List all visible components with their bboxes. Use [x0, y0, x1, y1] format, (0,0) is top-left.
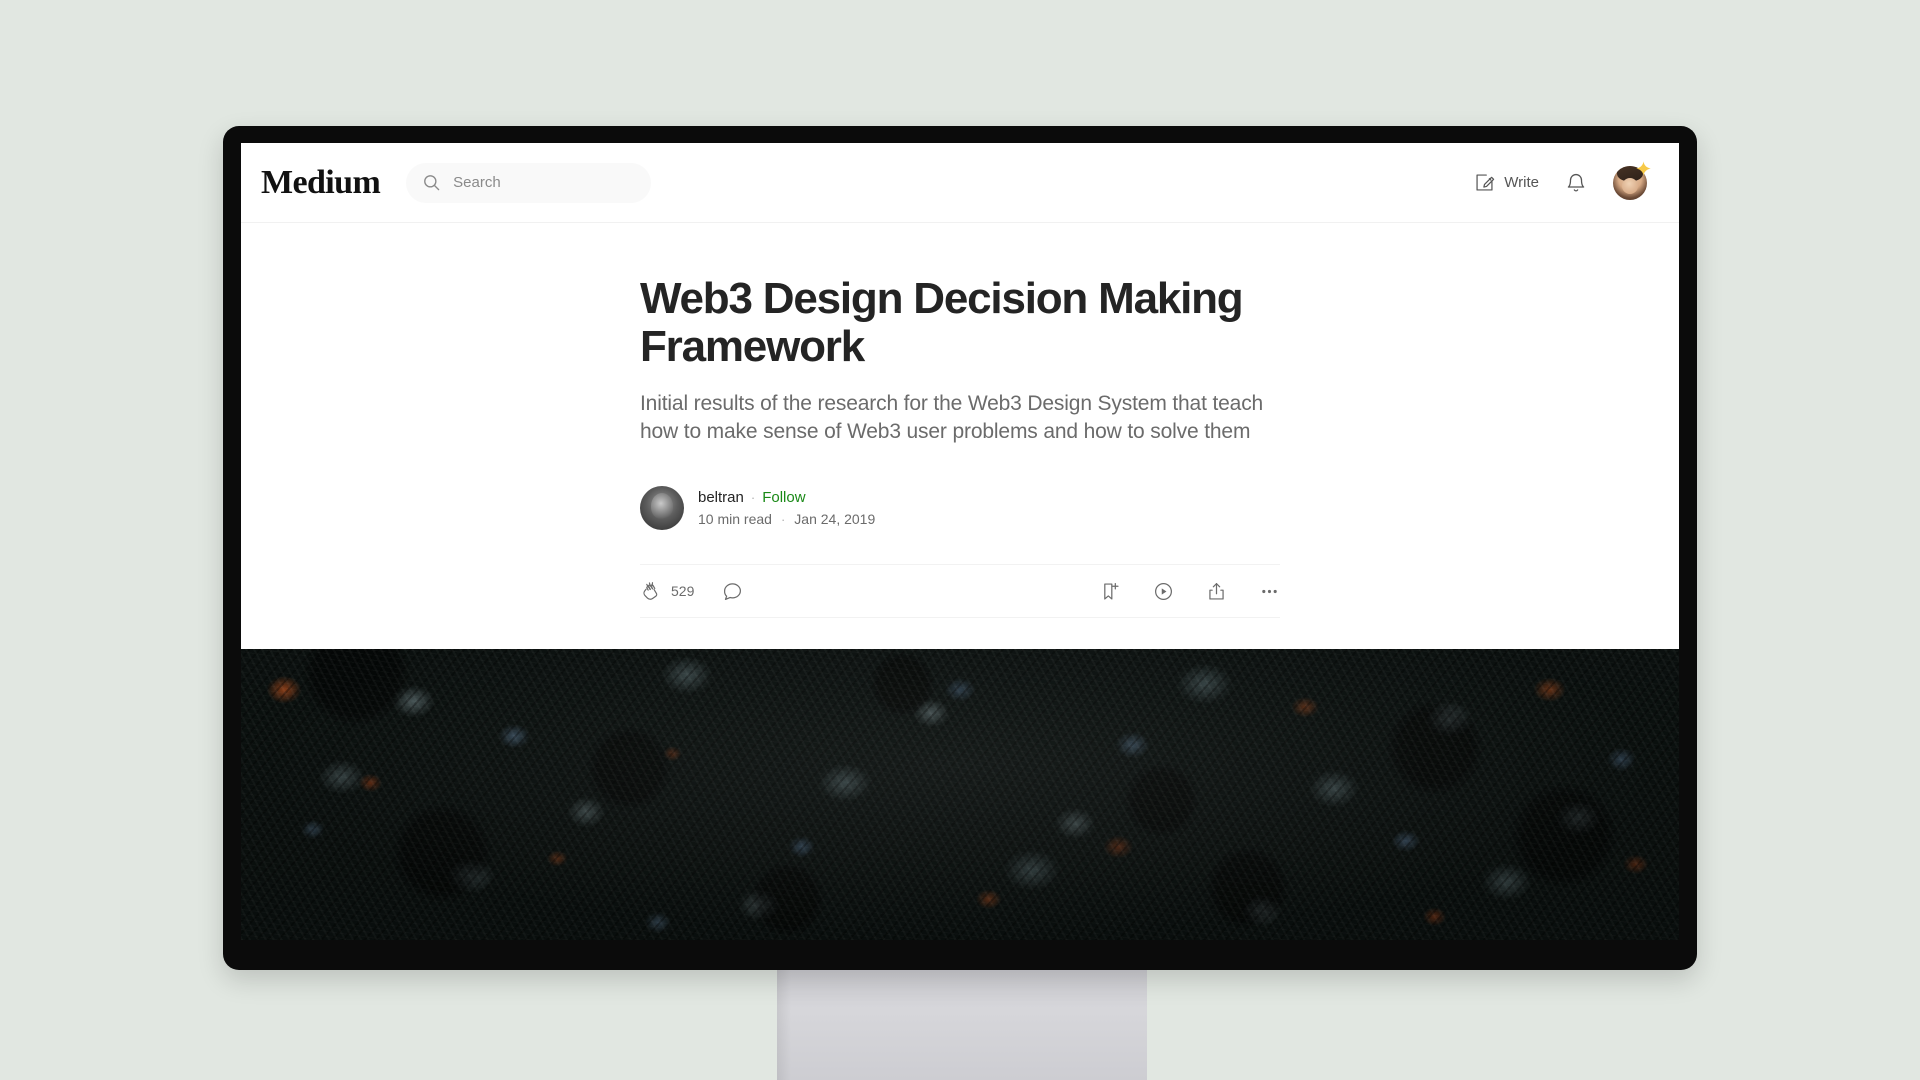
- search-icon: [424, 175, 440, 191]
- byline-author-row: beltran · Follow: [698, 489, 875, 506]
- publish-date: Jan 24, 2019: [794, 511, 876, 528]
- bookmark-plus-icon: [1104, 582, 1119, 600]
- write-label: Write: [1504, 174, 1539, 191]
- avatar[interactable]: [1613, 160, 1651, 200]
- write-button[interactable]: Write: [1474, 172, 1539, 193]
- actions-right: [1100, 581, 1280, 602]
- canopy-layer-vignette: [241, 649, 1679, 940]
- article-body: Web3 Design Decision Making Framework In…: [241, 223, 1679, 619]
- site-header: Medium Write: [241, 143, 1679, 223]
- monitor-stand: [777, 965, 1147, 1080]
- meta-separator: ·: [780, 511, 786, 527]
- clap-button[interactable]: 529: [640, 580, 694, 602]
- article-subtitle: Initial results of the research for the …: [640, 391, 1264, 444]
- monitor-mockup-scene: Medium Write: [0, 0, 1920, 1080]
- screen-viewport: Medium Write: [241, 143, 1679, 940]
- search-input[interactable]: [453, 174, 636, 191]
- article-content-column: Web3 Design Decision Making Framework In…: [640, 223, 1280, 619]
- listen-button[interactable]: [1153, 581, 1174, 602]
- actions-left: 529: [640, 580, 743, 602]
- header-actions: Write: [1474, 160, 1651, 200]
- read-time: 10 min read: [698, 511, 772, 528]
- byline: beltran · Follow 10 min read · Jan 24, 2…: [640, 486, 1280, 531]
- save-button[interactable]: [1100, 581, 1121, 602]
- clap-icon: [643, 582, 658, 601]
- write-pencil-icon: [1476, 174, 1495, 191]
- comment-bubble-icon: [724, 583, 742, 600]
- medium-logo[interactable]: Medium: [261, 165, 381, 200]
- follow-link[interactable]: Follow: [762, 489, 805, 506]
- article-action-bar: 529: [640, 564, 1280, 619]
- monitor-bezel: Medium Write: [223, 126, 1697, 970]
- author-avatar[interactable]: [640, 486, 684, 531]
- hero-image: [241, 649, 1679, 940]
- ellipsis-icon: [1262, 589, 1277, 594]
- byline-text: beltran · Follow 10 min read · Jan 24, 2…: [698, 489, 875, 527]
- author-name[interactable]: beltran: [698, 489, 744, 506]
- share-button[interactable]: [1206, 581, 1227, 602]
- byline-separator: ·: [750, 490, 756, 506]
- share-upload-icon: [1209, 582, 1224, 600]
- star-badge-icon: [1636, 160, 1651, 176]
- search-box[interactable]: [406, 162, 652, 203]
- notifications-button[interactable]: [1565, 172, 1587, 194]
- more-options-button[interactable]: [1259, 581, 1280, 602]
- bell-icon: [1567, 173, 1585, 192]
- page-title: Web3 Design Decision Making Framework: [640, 274, 1244, 372]
- clap-count: 529: [671, 583, 695, 600]
- play-circle-icon: [1155, 582, 1172, 600]
- byline-meta-row: 10 min read · Jan 24, 2019: [698, 511, 875, 527]
- comment-button[interactable]: [722, 581, 743, 602]
